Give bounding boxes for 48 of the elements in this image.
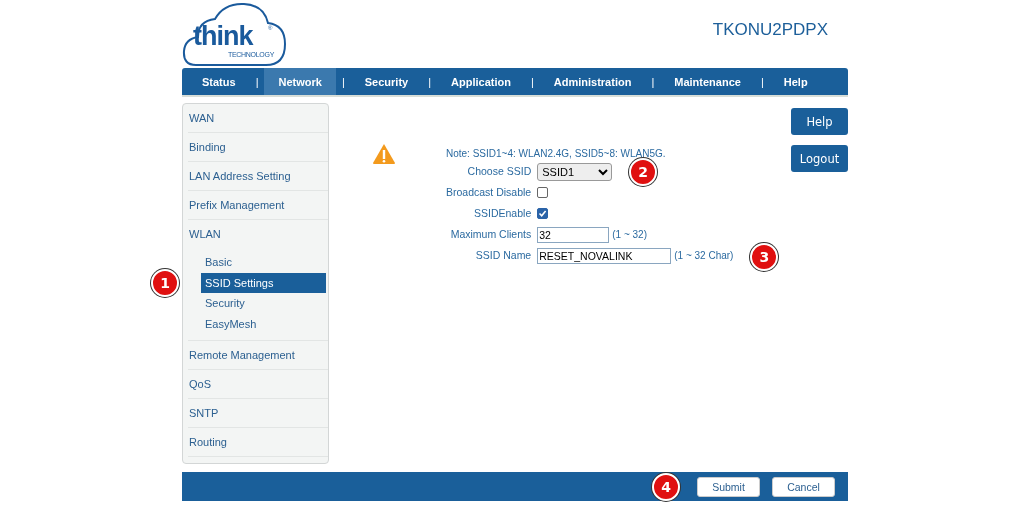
nav-separator: | (650, 74, 656, 90)
sidebar-subitem[interactable]: EasyMesh (201, 313, 326, 334)
sidebar-subitem[interactable]: SSID Settings (201, 272, 326, 293)
nav-separator: | (340, 74, 346, 90)
sidebar-subitem[interactable]: Security (201, 293, 326, 314)
nav-separator: | (529, 74, 535, 90)
sidebar-subitem[interactable]: Basic (201, 252, 326, 273)
step-badge: 2 (629, 157, 658, 186)
sidebar-item[interactable]: Routing (188, 428, 328, 457)
sidebar-item[interactable]: WLAN (188, 220, 328, 248)
nav-tab[interactable]: Help (769, 68, 822, 95)
ssid-select[interactable]: SSID1 (537, 162, 613, 181)
footer-button[interactable]: Cancel (772, 476, 835, 497)
step-badge: 4 (652, 472, 680, 501)
nav-separator: | (759, 74, 765, 90)
nav-separator: | (254, 74, 260, 90)
field-label: Broadcast Disable (446, 185, 532, 200)
sidebar-item[interactable]: LAN Address Setting (188, 162, 328, 191)
step-badge: 3 (750, 242, 779, 271)
device-name: TKONU2PDPX (712, 20, 828, 40)
step-badge: 1 (151, 268, 179, 297)
field-label: Maximum Clients (449, 227, 532, 242)
nav-tab[interactable]: Maintenance (660, 68, 755, 95)
side-button[interactable]: Help (791, 108, 848, 135)
sidebar-item[interactable]: Prefix Management (188, 191, 328, 220)
range-hint: (1 ~ 32) (612, 229, 647, 240)
field-label: SSID Name (474, 248, 532, 263)
nav-tab[interactable]: Security (350, 68, 423, 95)
nav-tab[interactable]: Status (190, 68, 250, 95)
field-label: Choose SSID (466, 164, 532, 179)
text-field[interactable]: RESET_NOVALINK (537, 247, 672, 264)
sidebar-item[interactable]: WAN (188, 104, 328, 133)
checkbox[interactable] (537, 187, 549, 198)
sidebar-item[interactable]: Binding (188, 133, 328, 162)
nav-tab[interactable]: Network (264, 68, 336, 95)
side-button[interactable]: Logout (791, 145, 848, 172)
nav-separator: | (427, 74, 433, 90)
footer-button[interactable]: Submit (697, 476, 760, 497)
nav-tab[interactable]: Application (437, 68, 525, 95)
text-field[interactable]: 32 (537, 226, 610, 243)
range-hint: (1 ~ 32 Char) (674, 250, 734, 261)
sidebar-item[interactable]: SNTP (188, 399, 328, 428)
sidebar-item[interactable]: Remote Management (188, 341, 328, 370)
field-label: SSIDEnable (473, 206, 532, 221)
checkbox[interactable] (537, 208, 549, 219)
warning-icon (372, 143, 396, 165)
nav-tab[interactable]: Administration (539, 68, 646, 95)
sidebar-item[interactable]: QoS (188, 370, 328, 399)
